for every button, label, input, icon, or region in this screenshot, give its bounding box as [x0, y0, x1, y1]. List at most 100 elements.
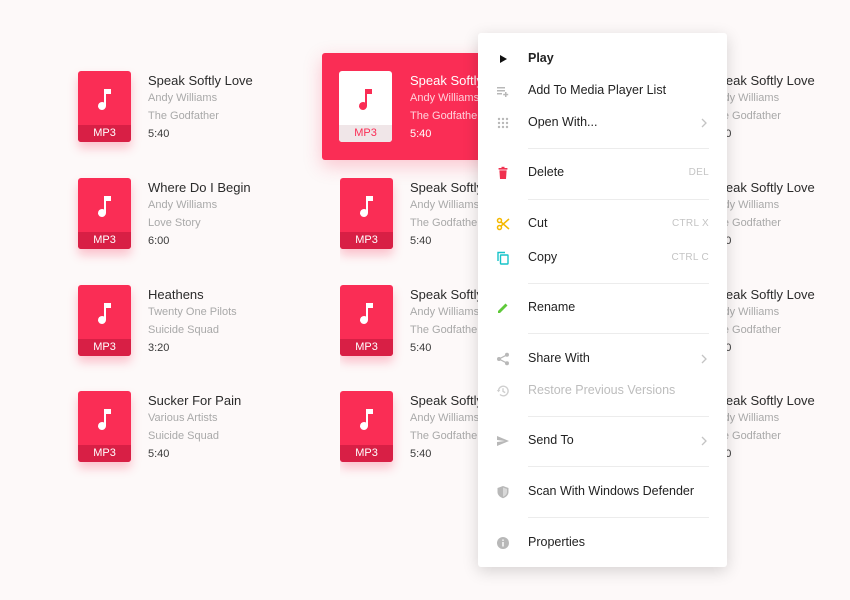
- file-artist: Andy Williams: [710, 92, 780, 104]
- file-album: The Godfather: [710, 430, 781, 442]
- menu-item-restore-previous-versions[interactable]: Restore Previous Versions: [478, 377, 727, 405]
- music-note-icon: [360, 409, 373, 430]
- file-title: Speak Softly Love: [710, 287, 815, 302]
- menu-divider: [528, 333, 709, 334]
- file-album: Suicide Squad: [148, 430, 219, 442]
- file-thumbnail: MP3: [340, 285, 393, 356]
- menu-item-label: Play: [528, 51, 554, 65]
- file-album: The Godfather: [710, 324, 781, 336]
- menu-item-label: Add To Media Player List: [528, 83, 667, 97]
- file-title: Speak Softly Love: [148, 73, 253, 88]
- file-thumbnail: MP3: [340, 391, 393, 462]
- file-artist: Andy Williams: [410, 199, 478, 211]
- file-album: The Godfather: [148, 110, 219, 122]
- file-item[interactable]: MP3 Speak Softly Love Andy Williams The …: [78, 71, 323, 171]
- menu-item-delete[interactable]: Delete DEL: [478, 159, 727, 187]
- file-album: Love Story: [148, 217, 201, 229]
- shortcut-hint: CTRL C: [671, 252, 709, 263]
- file-extension: MP3: [340, 232, 393, 249]
- file-duration: 6:00: [148, 235, 170, 247]
- file-duration: 5:40: [410, 235, 432, 247]
- menu-divider: [528, 283, 709, 284]
- file-artist: Andy Williams: [710, 306, 780, 318]
- info-icon: [497, 537, 509, 549]
- file-extension: MP3: [340, 445, 393, 462]
- file-item[interactable]: MP3 Speak Softly Love Andy Williams The …: [340, 391, 478, 491]
- scissors-icon: [496, 217, 510, 231]
- menu-item-add-to-media-player-list[interactable]: Add To Media Player List: [478, 77, 727, 105]
- file-item[interactable]: MP3 Where Do I Begin Andy Williams Love …: [78, 178, 323, 278]
- menu-item-label: Share With: [528, 351, 590, 365]
- send-icon: [497, 436, 509, 446]
- file-duration: 5:40: [710, 125, 850, 143]
- file-duration: 5:40: [148, 448, 170, 460]
- file-album: The Godfather: [410, 430, 478, 442]
- menu-item-scan-with-windows-defender[interactable]: Scan With Windows Defender: [478, 478, 727, 506]
- file-item[interactable]: MP3 Sucker For Pain Various Artists Suic…: [78, 391, 323, 491]
- menu-divider: [528, 416, 709, 417]
- file-artist: Twenty One Pilots: [148, 306, 237, 318]
- menu-item-properties[interactable]: Properties: [478, 529, 727, 557]
- shield-icon: [497, 486, 509, 499]
- file-thumbnail: MP3: [78, 178, 131, 249]
- menu-item-play[interactable]: Play: [478, 45, 727, 73]
- file-duration: 5:40: [410, 342, 432, 354]
- trash-icon: [498, 166, 508, 179]
- file-duration: 5:40: [148, 128, 170, 140]
- file-extension: MP3: [78, 445, 131, 462]
- file-extension: MP3: [78, 232, 131, 249]
- menu-item-label: Open With...: [528, 115, 598, 129]
- file-album: The Godfather: [410, 217, 478, 229]
- file-item[interactable]: MP3 Heathens Twenty One Pilots Suicide S…: [78, 285, 323, 385]
- file-thumbnail: MP3: [78, 391, 131, 462]
- file-item-selected[interactable]: MP3 Speak Softly Love Andy Williams The …: [322, 53, 497, 160]
- menu-item-cut[interactable]: Cut CTRL X: [478, 210, 727, 238]
- file-duration: 3:20: [148, 342, 170, 354]
- file-title: Speak Softly Love: [710, 393, 815, 408]
- file-thumbnail: MP3: [340, 178, 393, 249]
- file-artist: Various Artists: [148, 412, 218, 424]
- menu-item-label: Copy: [528, 250, 558, 264]
- file-thumbnail: MP3: [78, 285, 131, 356]
- music-note-icon: [359, 89, 372, 110]
- file-album: The Godfather: [410, 324, 478, 336]
- file-artist: Andy Williams: [410, 412, 478, 424]
- chevron-right-icon: [701, 436, 707, 446]
- file-extension: MP3: [78, 125, 131, 142]
- menu-divider: [528, 517, 709, 518]
- file-artist: Andy Williams: [148, 199, 218, 211]
- copy-icon: [497, 251, 509, 265]
- menu-item-label: Rename: [528, 300, 576, 314]
- music-note-icon: [98, 409, 111, 430]
- file-item[interactable]: MP3 Speak Softly Love Andy Williams The …: [340, 178, 478, 278]
- menu-divider: [528, 148, 709, 149]
- file-duration: 5:40: [710, 339, 850, 357]
- menu-item-send-to[interactable]: Send To: [478, 427, 727, 455]
- file-artist: Andy Williams: [410, 306, 478, 318]
- music-note-icon: [360, 196, 373, 217]
- file-duration: 5:40: [710, 232, 850, 250]
- file-duration: 5:40: [410, 448, 432, 460]
- file-title: Speak Softly Love: [710, 180, 815, 195]
- menu-item-copy[interactable]: Copy CTRL C: [478, 244, 727, 272]
- menu-item-label: Properties: [528, 535, 585, 549]
- file-extension: MP3: [78, 339, 131, 356]
- menu-item-open-with[interactable]: Open With...: [478, 109, 727, 137]
- file-title: Sucker For Pain: [148, 393, 242, 408]
- shortcut-hint: CTRL X: [672, 218, 709, 229]
- menu-divider: [528, 199, 709, 200]
- menu-item-rename[interactable]: Rename: [478, 294, 727, 322]
- menu-divider: [528, 466, 709, 467]
- menu-item-label: Send To: [528, 433, 574, 447]
- file-title: Speak Softly Love: [710, 73, 815, 88]
- file-thumbnail: MP3: [78, 71, 131, 142]
- playlist-add-icon: [497, 87, 509, 97]
- menu-item-label: Restore Previous Versions: [528, 383, 676, 397]
- file-artist: Andy Williams: [148, 92, 218, 104]
- file-album: The Godfather: [710, 110, 781, 122]
- menu-item-share-with[interactable]: Share With: [478, 345, 727, 373]
- menu-item-label: Cut: [528, 216, 548, 230]
- file-item[interactable]: MP3 Speak Softly Love Andy Williams The …: [340, 285, 478, 385]
- file-title: Where Do I Begin: [148, 180, 251, 195]
- chevron-right-icon: [701, 118, 707, 128]
